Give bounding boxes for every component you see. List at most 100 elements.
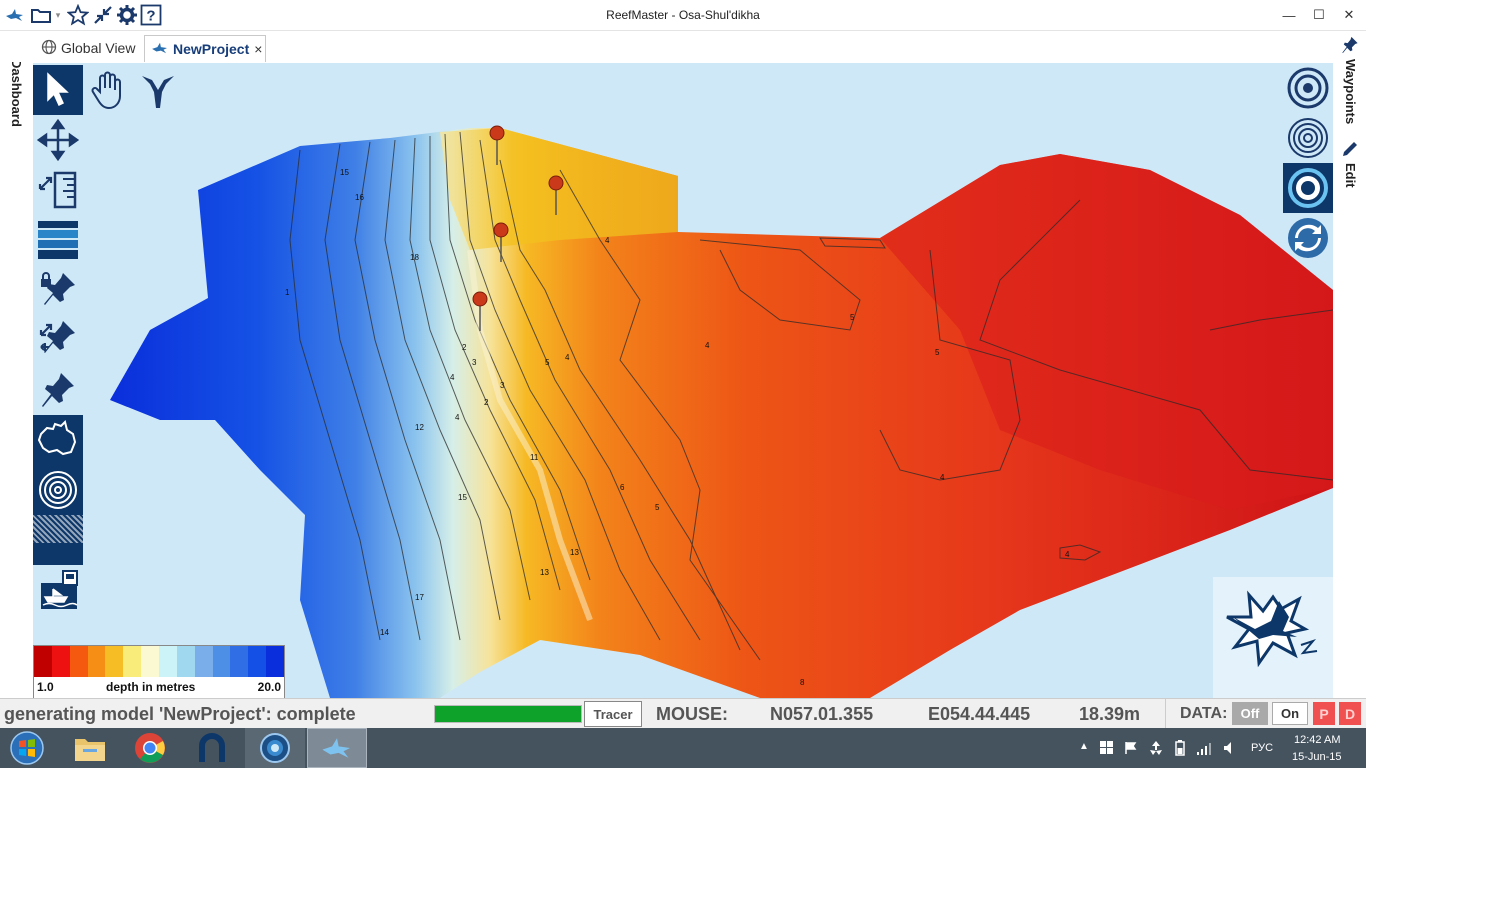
contour-label: 17 bbox=[415, 593, 424, 602]
chrome-taskbar-icon[interactable] bbox=[120, 728, 180, 768]
p-button[interactable]: P bbox=[1313, 702, 1335, 725]
close-window-button[interactable]: ✕ bbox=[1336, 4, 1362, 26]
waypoints-pin-icon[interactable] bbox=[1340, 35, 1360, 60]
add-waypoint-tool-button[interactable] bbox=[33, 365, 83, 415]
scale-ruler-tool-button[interactable] bbox=[33, 165, 83, 215]
contour-label: 5 bbox=[935, 348, 940, 357]
d-button[interactable]: D bbox=[1339, 702, 1361, 725]
legend-min: 1.0 bbox=[37, 680, 54, 694]
reefmaster-logo bbox=[1213, 577, 1333, 698]
tab-close-icon[interactable]: × bbox=[254, 41, 262, 57]
data-on-button[interactable]: On bbox=[1272, 702, 1308, 725]
legend-max: 20.0 bbox=[257, 680, 281, 694]
mouse-east-coordinate: E054.44.445 bbox=[928, 704, 1031, 724]
contour-label: 5 bbox=[850, 313, 855, 322]
shark-fork-tool-button[interactable] bbox=[133, 65, 183, 115]
windows-taskbar: ▲ РУС 12:42 AM 15-Jun-15 bbox=[0, 728, 1366, 768]
tab-label: Global View bbox=[61, 40, 136, 56]
contour-rings-tool-button[interactable] bbox=[33, 465, 83, 515]
window-title: ReefMaster - Osa-Shul'dikha bbox=[606, 8, 760, 22]
legend-swatch bbox=[69, 646, 88, 677]
contour-label: 4 bbox=[705, 341, 710, 350]
data-off-button[interactable]: Off bbox=[1232, 702, 1268, 725]
legend-swatch bbox=[34, 646, 52, 677]
legend-swatch bbox=[159, 646, 177, 677]
contour-label: 2 bbox=[462, 343, 467, 352]
bathymetry-surface: 15 16 18 4 4 5 4 3 2 6 4 5 5 12 17 15 13… bbox=[110, 125, 1333, 698]
status-bar: generating model 'NewProject': complete … bbox=[0, 698, 1366, 729]
legend-swatch bbox=[51, 646, 70, 677]
select-tool-button[interactable] bbox=[33, 65, 83, 115]
windows-flag-tray-icon[interactable] bbox=[1100, 741, 1114, 758]
dashboard-tab[interactable]: Dashboard bbox=[9, 59, 24, 127]
status-divider bbox=[1165, 699, 1166, 729]
lock-waypoint-tool-button[interactable] bbox=[33, 265, 83, 315]
tab-global-view[interactable]: Global View bbox=[38, 35, 142, 61]
contour-label: 14 bbox=[380, 628, 389, 637]
map-outline-tool-button[interactable] bbox=[33, 415, 83, 465]
app-window: ▾ ? ReefMaster - Osa-Shul'dikha — ☐ ✕ Da… bbox=[0, 0, 1366, 768]
contour-label: 13 bbox=[570, 548, 579, 557]
boat-export-tool-button[interactable] bbox=[33, 565, 83, 615]
edit-tab[interactable]: Edit bbox=[1343, 163, 1358, 188]
target-view-button[interactable] bbox=[1283, 63, 1333, 113]
right-panel-strip: Waypoints Edit bbox=[1334, 31, 1366, 698]
contour-label: 18 bbox=[410, 253, 419, 262]
title-bar: ▾ ? ReefMaster - Osa-Shul'dikha — ☐ ✕ bbox=[0, 0, 1366, 31]
volume-tray-icon[interactable] bbox=[1222, 740, 1238, 759]
tab-newproject[interactable]: NewProject × bbox=[144, 35, 266, 62]
show-hidden-icons-icon[interactable]: ▲ bbox=[1079, 741, 1089, 752]
signal-tray-icon[interactable] bbox=[1196, 740, 1212, 759]
dashboard-panel-strip: Dashboard bbox=[0, 31, 33, 698]
highlight-view-button[interactable] bbox=[1283, 163, 1333, 213]
clock-time[interactable]: 12:42 AM bbox=[1294, 734, 1340, 746]
contour-label: 4 bbox=[565, 353, 570, 362]
reefmaster-taskbar-icon[interactable] bbox=[307, 728, 367, 768]
globe-icon bbox=[41, 39, 57, 58]
3d-depth-map[interactable]: 15 16 18 4 4 5 4 3 2 6 4 5 5 12 17 15 13… bbox=[33, 63, 1333, 698]
legend-swatch bbox=[266, 646, 285, 677]
legend-title: depth in metres bbox=[106, 680, 196, 694]
data-label: DATA: bbox=[1180, 705, 1228, 722]
language-indicator[interactable]: РУС bbox=[1251, 742, 1273, 754]
contour-label: 5 bbox=[655, 503, 660, 512]
status-message: generating model 'NewProject': complete bbox=[4, 704, 356, 724]
rings-view-button[interactable] bbox=[1283, 113, 1333, 163]
recycle-tray-icon[interactable] bbox=[1148, 740, 1164, 759]
legend-swatch bbox=[87, 646, 106, 677]
file-explorer-taskbar-icon[interactable] bbox=[60, 728, 120, 768]
contour-label: 12 bbox=[415, 423, 424, 432]
contour-label: 15 bbox=[340, 168, 349, 177]
pan-hand-tool-button[interactable] bbox=[83, 65, 133, 115]
tab-label: NewProject bbox=[173, 41, 250, 57]
battery-tray-icon[interactable] bbox=[1172, 740, 1188, 759]
contour-label: 4 bbox=[450, 373, 455, 382]
refresh-rotate-button[interactable] bbox=[1283, 213, 1333, 263]
legend-swatch bbox=[212, 646, 231, 677]
move-arrows-tool-button[interactable] bbox=[33, 115, 83, 165]
depth-legend: 1.0 depth in metres 20.0 bbox=[33, 645, 285, 699]
progress-fill bbox=[435, 706, 581, 722]
tab-bar: Global View NewProject × bbox=[0, 31, 1366, 62]
texture-pattern-tool-button[interactable] bbox=[33, 515, 83, 565]
globe-app-taskbar-icon[interactable] bbox=[245, 728, 305, 768]
maximize-button[interactable]: ☐ bbox=[1306, 4, 1332, 26]
move-waypoint-tool-button[interactable] bbox=[33, 315, 83, 365]
contour-label: 4 bbox=[605, 236, 610, 245]
contour-label: 4 bbox=[940, 473, 945, 482]
legend-swatch bbox=[176, 646, 195, 677]
edit-pencil-icon[interactable] bbox=[1340, 139, 1360, 164]
mouse-north-coordinate: N057.01.355 bbox=[770, 704, 874, 724]
minimize-button[interactable]: — bbox=[1276, 4, 1302, 26]
legend-swatch bbox=[194, 646, 213, 677]
start-button[interactable] bbox=[0, 728, 54, 768]
tracer-button[interactable]: Tracer bbox=[584, 701, 642, 727]
contour-label: 13 bbox=[540, 568, 549, 577]
depth-layers-tool-button[interactable] bbox=[33, 215, 83, 265]
horseshoe-app-taskbar-icon[interactable] bbox=[182, 728, 242, 768]
action-center-flag-icon[interactable] bbox=[1124, 741, 1138, 758]
legend-color-bar bbox=[34, 646, 285, 677]
waypoints-tab[interactable]: Waypoints bbox=[1343, 59, 1358, 124]
legend-swatch bbox=[141, 646, 160, 677]
clock-date[interactable]: 15-Jun-15 bbox=[1292, 751, 1342, 763]
